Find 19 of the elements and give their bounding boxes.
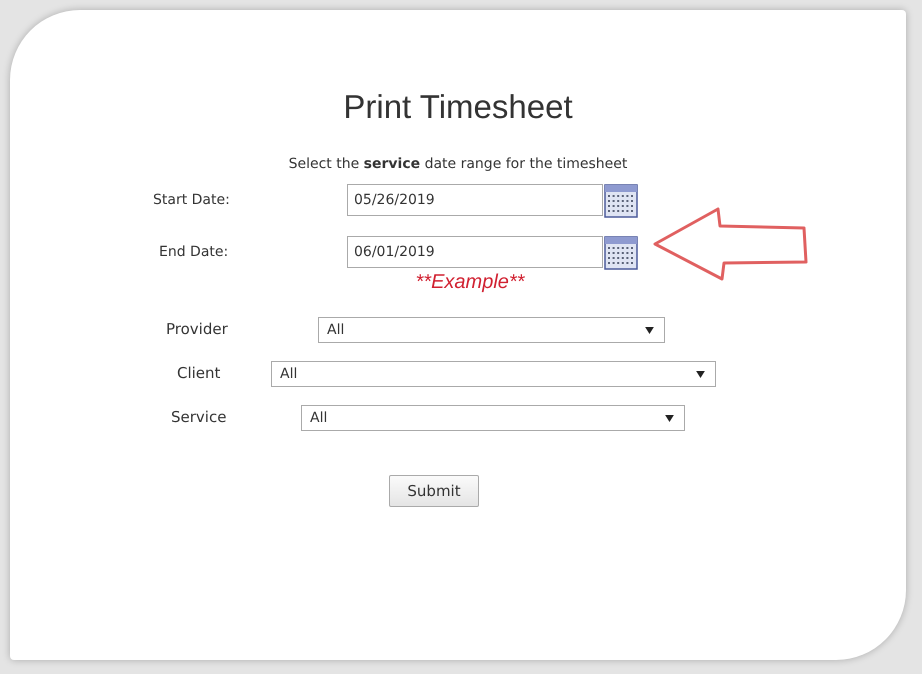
caret-icon <box>645 326 654 334</box>
calendar-icon[interactable] <box>604 236 638 270</box>
date-label: Start Date: <box>153 192 230 208</box>
date-field[interactable]: 05/26/2019 <box>347 184 603 216</box>
caret-icon <box>696 370 705 378</box>
dropdown-label: Provider <box>166 320 228 338</box>
date-field[interactable]: 06/01/2019 <box>347 236 603 268</box>
dropdown-label: Service <box>171 408 226 426</box>
caret-icon <box>665 414 674 422</box>
page-title: Print Timesheet <box>342 88 574 127</box>
instruction-text: Select the service date range for the timesheet <box>288 156 628 172</box>
dropdown[interactable]: All <box>318 317 665 343</box>
dropdown[interactable]: All <box>271 361 716 387</box>
date-label: End Date: <box>159 244 228 260</box>
example-note: **Example** <box>414 271 526 294</box>
calendar-icon[interactable] <box>604 184 638 218</box>
dropdown[interactable]: All <box>301 405 685 431</box>
dropdown-label: Client <box>177 364 220 382</box>
submit-button[interactable]: Submit <box>389 475 479 507</box>
